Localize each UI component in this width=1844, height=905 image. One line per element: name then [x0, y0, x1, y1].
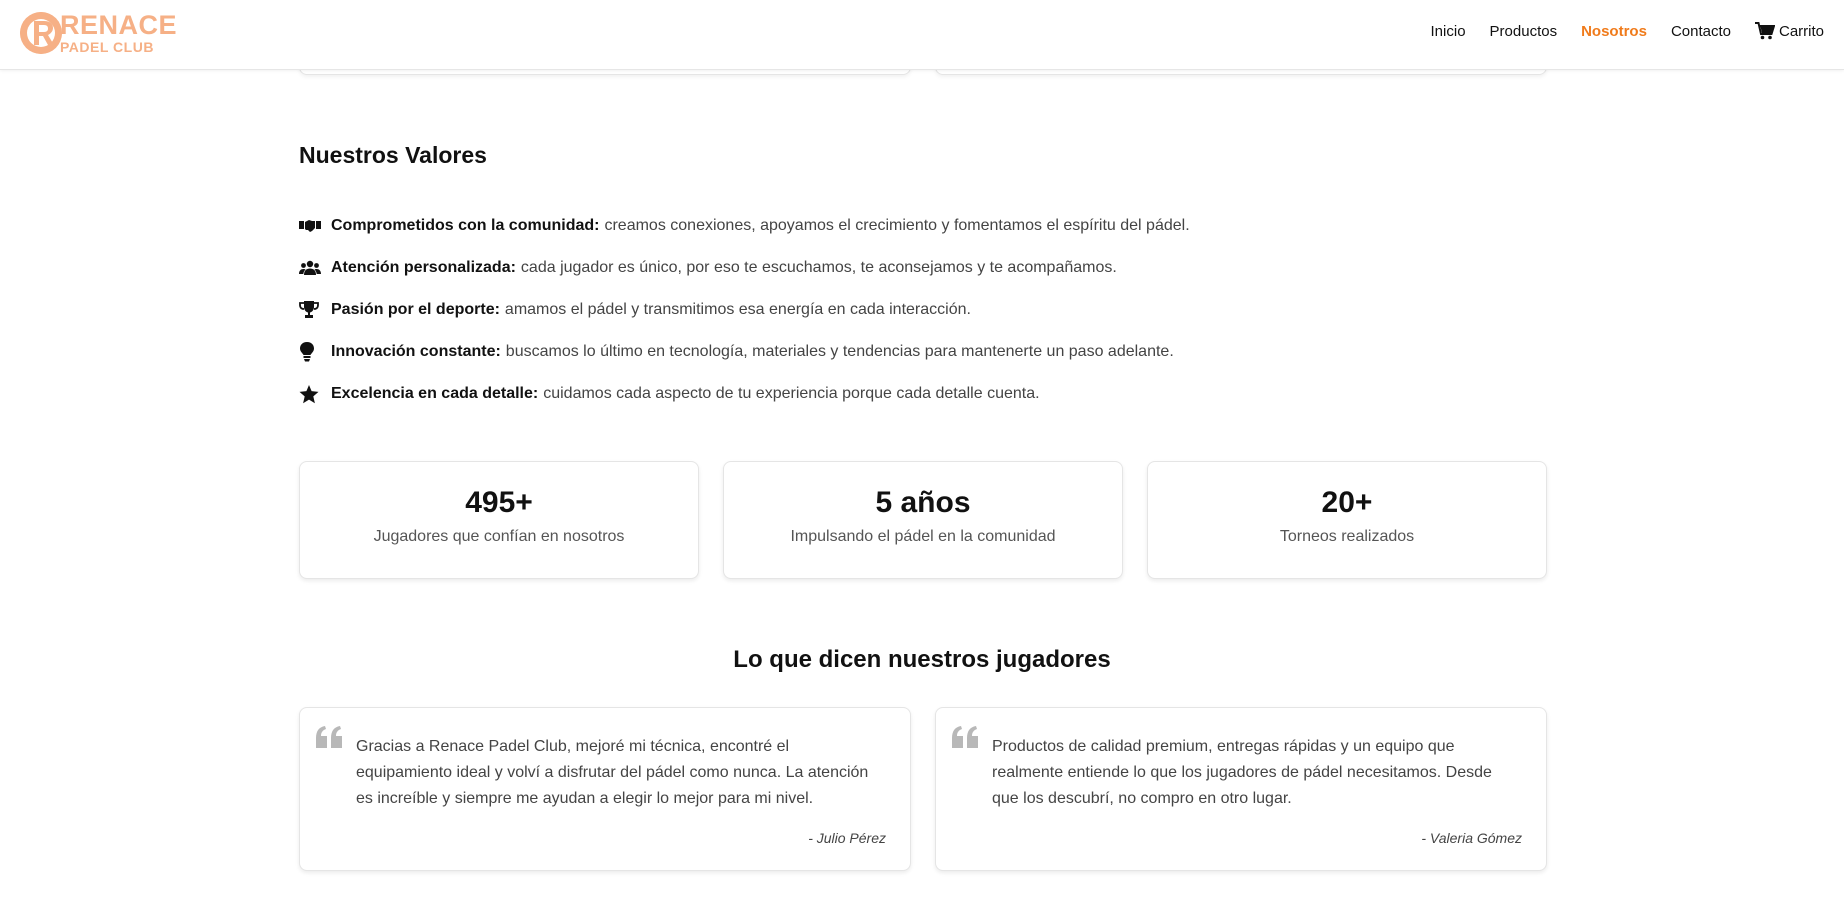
value-title: Innovación constante:: [331, 343, 501, 360]
main-nav: Inicio Productos Nosotros Contacto Carri…: [1407, 22, 1824, 40]
value-item-innovacion: Innovación constante: buscamos lo último …: [299, 331, 1190, 373]
quote-icon: [952, 726, 978, 753]
value-title: Pasión por el deporte:: [331, 301, 500, 318]
brand-text: RENACE PADEL CLUB: [60, 10, 178, 55]
brand-name: RENACE: [60, 10, 178, 40]
handshake-icon: [299, 218, 331, 234]
stat-card-jugadores: 495+ Jugadores que confían en nosotros: [299, 461, 699, 579]
value-title: Atención personalizada:: [331, 259, 516, 276]
nav-link-carrito[interactable]: Carrito: [1754, 22, 1824, 40]
stat-card-anios: 5 años Impulsando el pádel en la comunid…: [723, 461, 1123, 579]
stat-number: 5 años: [875, 486, 971, 519]
testimonial-text: Productos de calidad premium, entregas r…: [992, 738, 1492, 807]
value-text: amamos el pádel y transmitimos esa energ…: [504, 301, 971, 318]
value-item-pasion: Pasión por el deporte: amamos el pádel y …: [299, 289, 1190, 331]
value-item-comunidad: Comprometidos con la comunidad: creamos c…: [299, 205, 1190, 247]
stat-label: Torneos realizados: [1279, 528, 1415, 545]
value-text: creamos conexiones, apoyamos el crecimie…: [604, 217, 1190, 234]
testimonial-text: Gracias a Renace Padel Club, mejoré mi t…: [356, 738, 869, 807]
stat-number: 495+: [465, 486, 533, 519]
users-icon: [299, 260, 331, 276]
value-item-atencion: Atención personalizada: cada jugador es ú…: [299, 247, 1190, 289]
cart-label: Carrito: [1778, 22, 1824, 40]
cart-icon: [1754, 22, 1775, 40]
lightbulb-icon: [299, 342, 331, 362]
testimonial-author: - Valeria Gómez: [1421, 830, 1522, 846]
values-title: Nuestros Valores: [299, 142, 487, 168]
stat-number: 20+: [1321, 486, 1373, 519]
value-text: cuidamos cada aspecto de tu experiencia …: [543, 385, 1040, 402]
quote-icon: [316, 726, 342, 753]
stat-card-torneos: 20+ Torneos realizados: [1147, 461, 1547, 579]
stat-label: Impulsando el pádel en la comunidad: [790, 528, 1056, 545]
nav-link-inicio[interactable]: Inicio: [1431, 23, 1466, 40]
nav-link-contacto[interactable]: Contacto: [1671, 23, 1731, 40]
nav-link-nosotros[interactable]: Nosotros: [1581, 23, 1647, 40]
testimonial-author: - Julio Pérez: [808, 830, 886, 846]
star-icon: [299, 384, 331, 404]
value-text: buscamos lo último en tecnología, materi…: [505, 343, 1174, 360]
value-text: cada jugador es único, por eso te escuch…: [520, 259, 1117, 276]
brand-subtitle: PADEL CLUB: [60, 39, 154, 55]
logo-mark: [20, 12, 62, 54]
nav-link-productos[interactable]: Productos: [1490, 23, 1558, 40]
value-item-excelencia: Excelencia en cada detalle: cuidamos cada…: [299, 373, 1190, 415]
value-title: Comprometidos con la comunidad:: [331, 217, 600, 234]
values-list: Comprometidos con la comunidad: creamos c…: [299, 205, 1190, 415]
testimonial-card: Gracias a Renace Padel Club, mejoré mi t…: [299, 707, 911, 871]
stat-label: Jugadores que confían en nosotros: [373, 528, 625, 545]
logo-r-icon: [20, 12, 62, 54]
testimonial-card: Productos de calidad premium, entregas r…: [935, 707, 1547, 871]
brand-logo[interactable]: RENACE PADEL CLUB: [20, 12, 177, 54]
testimonials-title: Lo que dicen nuestros jugadores: [733, 646, 1111, 673]
value-title: Excelencia en cada detalle:: [331, 385, 539, 402]
trophy-icon: [299, 301, 331, 319]
navbar: RENACE PADEL CLUB Inicio Productos Nosot…: [0, 0, 1844, 70]
